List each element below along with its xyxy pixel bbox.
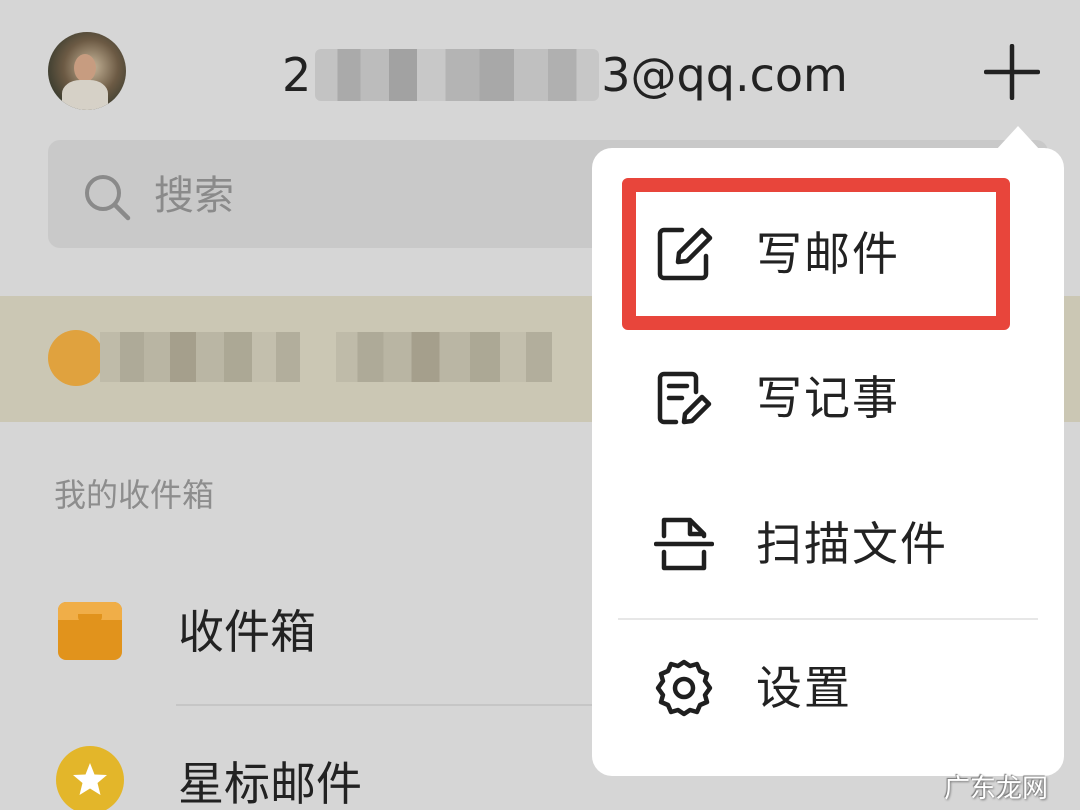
gear-icon — [654, 658, 714, 718]
avatar-shirt — [62, 80, 108, 110]
search-placeholder: 搜索 — [154, 173, 234, 219]
watermark: 广东龙网 — [944, 774, 1049, 804]
menu-item-note[interactable]: 写记事 — [592, 330, 1064, 470]
divider — [176, 704, 606, 706]
search-icon — [82, 172, 132, 222]
menu-item-label: 设置 — [756, 661, 852, 715]
mail-screen: 2 3@qq.com 搜索 我的收件箱 收件箱 星标邮件 写邮件 写记事 扫描文… — [0, 0, 1080, 810]
account-suffix: 3@qq.com — [601, 48, 848, 102]
plus-icon[interactable] — [983, 43, 1041, 101]
account-email[interactable]: 2 3@qq.com — [282, 40, 848, 110]
user-avatar[interactable] — [48, 32, 126, 110]
menu-item-label: 扫描文件 — [756, 517, 948, 571]
starred-label[interactable]: 星标邮件 — [178, 752, 362, 810]
menu-item-settings[interactable]: 设置 — [592, 622, 1064, 762]
pixelated-redaction — [315, 49, 600, 101]
pixelated-redaction — [336, 332, 552, 382]
inbox-icon — [58, 602, 122, 660]
avatar-face — [74, 54, 96, 82]
account-prefix: 2 — [282, 48, 312, 102]
menu-item-scan[interactable]: 扫描文件 — [592, 474, 1064, 614]
inbox-slot — [78, 614, 102, 622]
inbox-label[interactable]: 收件箱 — [178, 600, 316, 664]
highlight-box — [622, 178, 1010, 330]
menu-pointer — [996, 126, 1040, 150]
section-title: 我的收件箱 — [54, 476, 215, 514]
menu-divider — [618, 618, 1038, 620]
orange-avatar — [48, 330, 104, 386]
scan-icon — [653, 514, 715, 574]
star-icon — [56, 746, 124, 810]
menu-item-label: 写记事 — [756, 371, 900, 425]
pixelated-redaction — [100, 332, 300, 382]
note-icon — [654, 368, 714, 428]
